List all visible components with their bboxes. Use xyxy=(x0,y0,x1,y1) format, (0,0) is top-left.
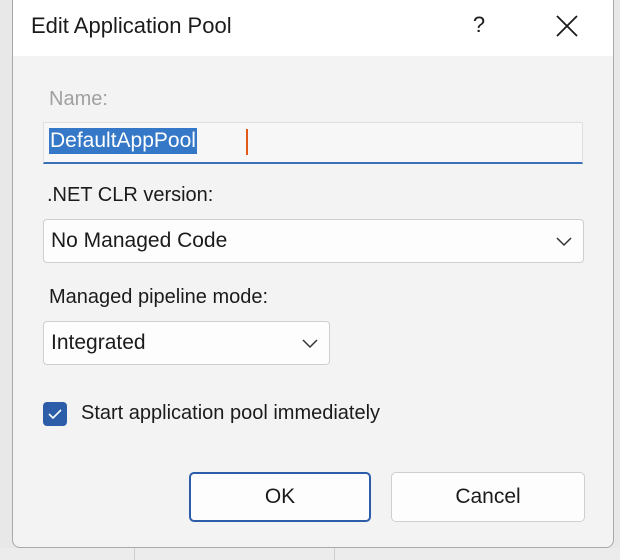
name-input[interactable]: DefaultAppPool xyxy=(43,122,583,164)
start-immediately-checkbox[interactable] xyxy=(43,402,67,426)
checkmark-icon xyxy=(48,409,62,420)
clr-version-value: No Managed Code xyxy=(51,229,228,252)
ok-button[interactable]: OK xyxy=(189,472,371,522)
title-bar: Edit Application Pool ? xyxy=(13,0,613,56)
pipeline-mode-value: Integrated xyxy=(51,331,146,354)
close-icon xyxy=(556,15,578,37)
pipeline-mode-select[interactable]: Integrated xyxy=(43,321,330,365)
background-divider xyxy=(134,548,135,560)
close-button[interactable] xyxy=(545,6,589,46)
name-label: Name: xyxy=(49,88,108,110)
chevron-down-icon xyxy=(556,237,572,247)
pipeline-mode-label: Managed pipeline mode: xyxy=(49,286,269,308)
chevron-down-icon xyxy=(302,339,318,349)
clr-version-label: .NET CLR version: xyxy=(47,184,214,206)
text-caret xyxy=(246,129,248,155)
help-button[interactable]: ? xyxy=(459,0,499,50)
dialog-title: Edit Application Pool xyxy=(31,13,232,38)
name-value: DefaultAppPool xyxy=(49,128,197,154)
cancel-button[interactable]: Cancel xyxy=(391,472,585,522)
background-window xyxy=(0,548,620,560)
start-immediately-label: Start application pool immediately xyxy=(81,402,381,424)
edit-application-pool-dialog: Edit Application Pool ? Name: DefaultApp… xyxy=(12,0,614,548)
background-divider xyxy=(334,548,335,560)
clr-version-select[interactable]: No Managed Code xyxy=(43,219,584,263)
